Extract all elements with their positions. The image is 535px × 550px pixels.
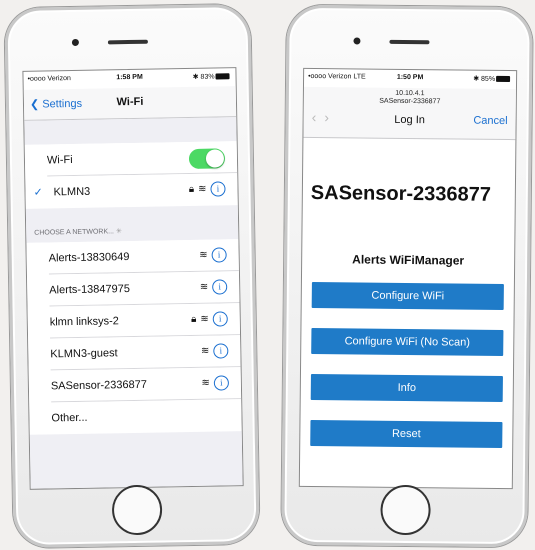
battery-indicator: ✱ 83% — [193, 72, 230, 81]
wifi-signal-icon: ≋ — [201, 377, 210, 389]
phone-right: •oooo Verizon LTE 1:50 PM ✱ 85% 10.10.4.… — [281, 4, 533, 548]
page-title: Wi-Fi — [116, 95, 144, 109]
info-icon[interactable]: i — [213, 375, 230, 391]
network-name: KLMN3-guest — [50, 347, 118, 361]
lock-icon: 🔒︎ — [190, 313, 197, 325]
wifi-settings-screen: •oooo Verizon 1:58 PM ✱ 83% ❮ Settings W… — [22, 67, 244, 490]
battery-percent: 85% — [481, 75, 496, 83]
network-row[interactable]: SASensor-2336877 ≋ i — [28, 367, 242, 403]
navigation-bar: ❮ Settings Wi-Fi — [23, 86, 237, 121]
wifi-signal-icon: ≋ — [199, 249, 208, 261]
info-button[interactable]: Info — [310, 373, 503, 403]
wifi-signal-icon: ≋ — [200, 313, 209, 325]
section-header-area: CHOOSE A NETWORK... ✳ — [25, 205, 239, 243]
configure-wifi-no-scan-button[interactable]: Configure WiFi (No Scan) — [311, 328, 504, 357]
portal-header: 10.10.4.1 SASensor-2336877 ‹› Log In Can… — [303, 86, 516, 141]
wifi-signal-icon: ≋ — [198, 183, 207, 195]
cancel-button[interactable]: Cancel — [473, 115, 507, 127]
network-row[interactable]: KLMN3-guest ≋ i — [28, 335, 241, 371]
network-icons: 🔒︎ ≋ i — [185, 181, 226, 197]
network-name: klmn linksys-2 — [49, 315, 119, 329]
wifi-signal-icon: ≋ — [199, 281, 209, 293]
battery-icon — [215, 73, 230, 80]
info-icon[interactable]: i — [212, 279, 228, 295]
wifi-signal-icon: ≋ — [200, 345, 210, 357]
bluetooth-icon: ✱ — [473, 75, 482, 83]
earpiece-speaker — [389, 39, 430, 45]
front-camera — [71, 38, 79, 47]
other-network-row[interactable]: Other... — [29, 399, 242, 435]
network-row[interactable]: klmn linksys-2 🔒︎ ≋ i — [27, 303, 241, 339]
spinner-icon: ✳ — [115, 228, 122, 236]
reset-button[interactable]: Reset — [310, 419, 503, 449]
front-camera — [353, 37, 361, 45]
network-name: Alerts-13847975 — [49, 283, 131, 297]
info-icon[interactable]: i — [211, 247, 227, 263]
home-button[interactable] — [380, 484, 431, 536]
captive-portal-screen: •oooo Verizon LTE 1:50 PM ✱ 85% 10.10.4.… — [298, 67, 518, 490]
info-icon[interactable]: i — [213, 343, 229, 359]
status-bar: •oooo Verizon LTE 1:50 PM ✱ 85% — [304, 73, 516, 87]
bottom-spacer — [29, 431, 243, 489]
network-name: SASensor-2336877 — [50, 378, 148, 393]
lock-icon: 🔒︎ — [188, 183, 195, 195]
home-button[interactable] — [111, 484, 163, 536]
network-row[interactable]: Alerts-13847975 ≋ i — [26, 271, 240, 307]
section-spacer — [24, 117, 237, 145]
battery-indicator: ✱ 85% — [473, 75, 511, 83]
connected-network-name: KLMN3 — [53, 185, 91, 199]
wifi-toggle[interactable] — [188, 148, 226, 169]
choose-network-header: CHOOSE A NETWORK... ✳ — [34, 228, 122, 237]
battery-icon — [496, 75, 511, 83]
earpiece-speaker — [107, 39, 148, 45]
info-icon[interactable]: i — [212, 311, 228, 327]
phone-left: •oooo Verizon 1:58 PM ✱ 83% ❮ Settings W… — [4, 3, 260, 549]
bluetooth-icon: ✱ — [192, 73, 201, 81]
battery-percent: 83% — [200, 73, 215, 81]
wifi-toggle-row: Wi-Fi — [24, 141, 238, 177]
network-row[interactable]: Alerts-13830649 ≋ i — [26, 239, 239, 275]
portal-ssid: SASensor-2336877 — [379, 97, 441, 106]
configure-wifi-button[interactable]: Configure WiFi — [311, 282, 504, 311]
wifi-label: Wi-Fi — [46, 154, 73, 167]
device-subtitle: Alerts WiFiManager — [352, 252, 465, 268]
other-label: Other... — [51, 411, 88, 425]
device-title: SASensor-2336877 — [310, 181, 492, 206]
info-icon[interactable]: i — [210, 181, 226, 197]
connected-network-row[interactable]: ✓ KLMN3 🔒︎ ≋ i — [25, 173, 238, 209]
checkmark-icon: ✓ — [33, 186, 43, 199]
network-name: Alerts-13830649 — [48, 251, 130, 265]
status-bar: •oooo Verizon 1:58 PM ✱ 83% — [23, 72, 235, 88]
